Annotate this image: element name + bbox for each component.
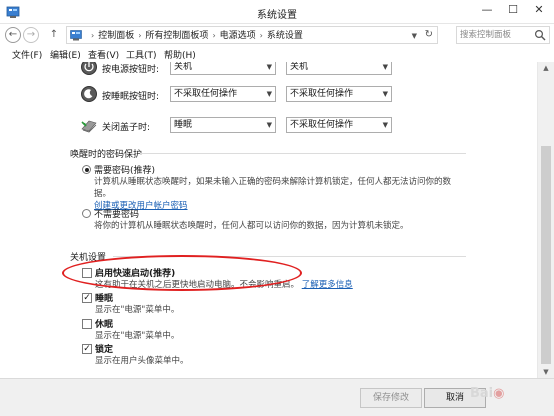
no-password-radio[interactable]: [82, 209, 91, 218]
select-value: 不采取任何操作: [290, 120, 354, 130]
vertical-scrollbar[interactable]: ▲ ▼: [537, 62, 554, 378]
breadcrumb-all-items[interactable]: 所有控制面板项: [145, 31, 208, 41]
desc-line: 据。: [94, 189, 112, 199]
sleep-button-battery-select[interactable]: 不采取任何操作 ▼: [170, 86, 276, 102]
power-button-plugged-select[interactable]: 关机 ▼: [286, 62, 392, 75]
scroll-down-icon[interactable]: ▼: [538, 366, 554, 378]
menu-help[interactable]: 帮助(H): [164, 48, 196, 61]
lid-close-plugged-select[interactable]: 不采取任何操作 ▼: [286, 117, 392, 133]
breadcrumb: › 控制面板 › 所有控制面板项 › 电源选项 › 系统设置: [87, 29, 303, 43]
close-button[interactable]: ✕: [526, 0, 552, 20]
search-box[interactable]: [456, 26, 550, 44]
footer-bar: 保存修改 取消 Bai◉: [0, 378, 554, 416]
lock-desc: 显示在用户头像菜单中。: [95, 356, 189, 366]
sleep-button-plugged-select[interactable]: 不采取任何操作 ▼: [286, 86, 392, 102]
up-button[interactable]: ↑: [46, 27, 62, 43]
hibernate-desc: 显示在"电源"菜单中。: [95, 331, 180, 341]
maximize-button[interactable]: ☐: [500, 0, 526, 20]
select-value: 不采取任何操作: [290, 89, 354, 99]
sleep-desc: 显示在"电源"菜单中。: [95, 305, 180, 315]
baidu-watermark: Bai◉: [470, 386, 505, 401]
select-value: 睡眠: [174, 120, 193, 130]
control-panel-icon: [70, 30, 82, 41]
select-value: 不采取任何操作: [174, 89, 238, 99]
select-value: 关机: [290, 62, 309, 72]
chevron-right-icon: ›: [259, 31, 263, 40]
scrollbar-thumb[interactable]: [541, 146, 551, 364]
require-password-label[interactable]: 需要密码(推荐): [94, 163, 155, 176]
breadcrumb-system-settings[interactable]: 系统设置: [267, 31, 303, 41]
save-changes-button[interactable]: 保存修改: [360, 388, 422, 408]
chevron-right-icon: ›: [138, 31, 142, 40]
sleep-label[interactable]: 睡眠: [95, 291, 113, 304]
require-password-desc: 计算机从睡眠状态唤醒时，如果未输入正确的密码来解除计算机锁定，任何人都无法访问你…: [94, 176, 451, 212]
breadcrumb-power-options[interactable]: 电源选项: [220, 31, 256, 41]
menu-file[interactable]: 文件(F): [12, 48, 42, 61]
learn-more-link[interactable]: 了解更多信息: [302, 280, 353, 290]
scroll-up-icon[interactable]: ▲: [538, 62, 554, 74]
menu-edit[interactable]: 编辑(E): [50, 48, 81, 61]
password-section-title: 唤醒时的密码保护: [70, 150, 143, 160]
settings-content: 按电源按钮时: 关机 ▼ 关机 ▼ 按睡眠按钮时: 不采取任何操作 ▼ 不采取任何操作…: [0, 62, 537, 378]
forward-button[interactable]: →: [23, 27, 39, 43]
back-button[interactable]: ←: [5, 27, 21, 43]
chevron-down-icon: ▼: [382, 121, 388, 129]
chevron-down-icon: ▼: [382, 63, 388, 71]
lock-label[interactable]: 锁定: [95, 342, 113, 355]
hibernate-label[interactable]: 休眠: [95, 317, 113, 330]
section-divider: [140, 153, 466, 154]
chevron-down-icon: ▼: [382, 90, 388, 98]
power-button-battery-select[interactable]: 关机 ▼: [170, 62, 276, 75]
lid-close-label: 关闭盖子时:: [102, 123, 151, 133]
laptop-lid-icon: [81, 120, 97, 133]
minimize-button[interactable]: —: [474, 0, 500, 20]
select-value: 关机: [174, 62, 193, 72]
chevron-right-icon: ›: [212, 31, 216, 40]
refresh-icon[interactable]: ↻: [425, 28, 433, 42]
sleep-button-icon: [81, 86, 97, 102]
chevron-right-icon: ›: [91, 31, 95, 40]
hibernate-checkbox[interactable]: [82, 319, 92, 329]
menu-tools[interactable]: 工具(T): [126, 48, 157, 61]
menu-bar: 文件(F) 编辑(E) 查看(V) 工具(T) 帮助(H): [0, 46, 554, 62]
desc-line: 计算机从睡眠状态唤醒时，如果未输入正确的密码来解除计算机锁定，任何人都无法访问你…: [94, 177, 452, 187]
address-dropdown-icon[interactable]: ▼: [412, 29, 417, 43]
breadcrumb-control-panel[interactable]: 控制面板: [98, 31, 134, 41]
no-password-label[interactable]: 不需要密码: [94, 207, 139, 220]
sleep-button-label: 按睡眠按钮时:: [102, 92, 160, 102]
search-input[interactable]: [460, 28, 536, 42]
lock-checkbox[interactable]: ✓: [82, 344, 92, 354]
title-bar: 系统设置 — ☐ ✕: [0, 0, 554, 24]
chevron-down-icon: ▼: [266, 121, 272, 129]
address-bar[interactable]: › 控制面板 › 所有控制面板项 › 电源选项 › 系统设置 ▼ ↻: [66, 26, 438, 44]
power-button-label: 按电源按钮时:: [102, 65, 160, 75]
chevron-down-icon: ▼: [266, 90, 272, 98]
power-button-icon: [81, 62, 97, 75]
no-password-desc: 将你的计算机从睡眠状态唤醒时，任何人都可以访问你的数据，因为计算机未锁定。: [94, 221, 409, 231]
require-password-radio[interactable]: [82, 165, 91, 174]
annotation-ellipse: [62, 255, 302, 291]
sleep-checkbox[interactable]: ✓: [82, 293, 92, 303]
menu-view[interactable]: 查看(V): [88, 48, 119, 61]
search-icon[interactable]: [534, 29, 546, 41]
window-title: 系统设置: [257, 10, 297, 21]
address-toolbar: ← → ↑ › 控制面板 › 所有控制面板项 › 电源选项 › 系统设置 ▼ ↻: [0, 24, 554, 46]
lid-close-battery-select[interactable]: 睡眠 ▼: [170, 117, 276, 133]
chevron-down-icon: ▼: [266, 63, 272, 71]
